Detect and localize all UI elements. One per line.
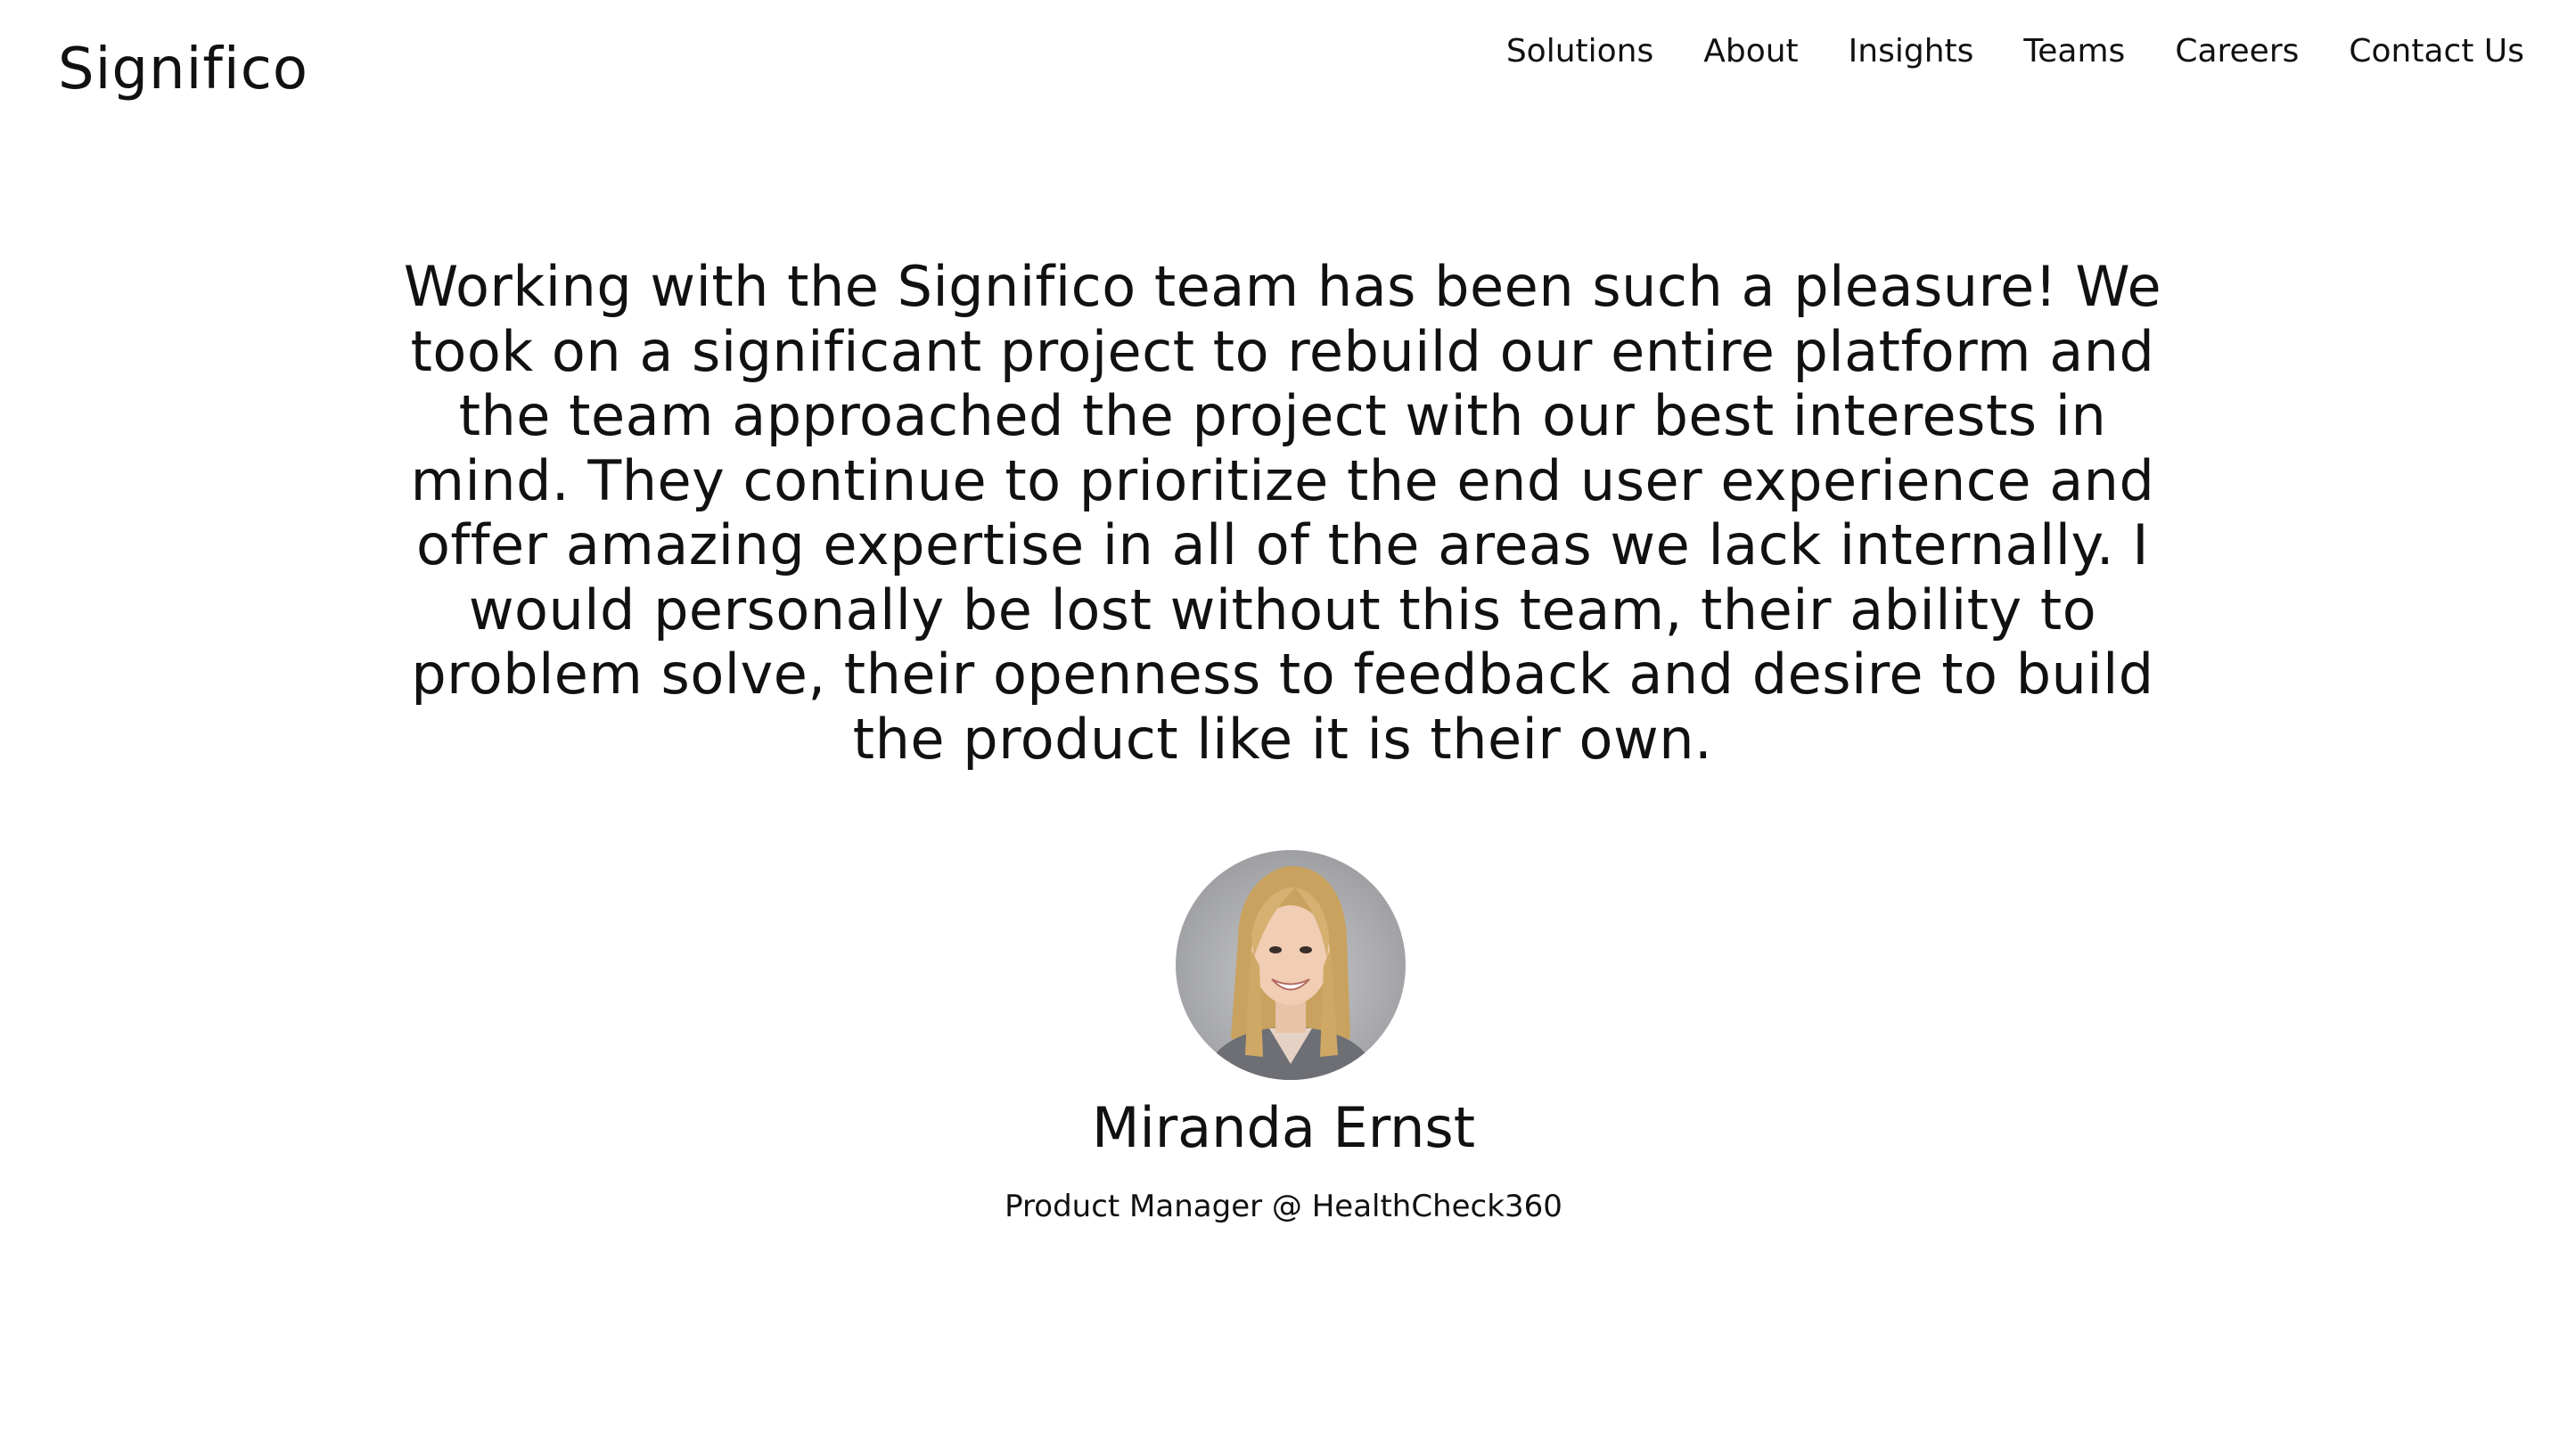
testimonial-author-role: Product Manager @ HealthCheck360: [1005, 1189, 1562, 1224]
nav-item-solutions[interactable]: Solutions: [1506, 29, 1653, 75]
page: Significo Solutions About Insights Teams…: [0, 0, 2567, 1456]
avatar-portrait-image: [1202, 866, 1379, 1080]
nav-item-about[interactable]: About: [1703, 29, 1798, 75]
testimonial-quote: Working with the Significo team has been…: [403, 254, 2162, 772]
avatar: [1176, 850, 1406, 1080]
brand-logo[interactable]: Significo: [58, 32, 308, 107]
nav-item-teams[interactable]: Teams: [2023, 29, 2125, 75]
nav-item-careers[interactable]: Careers: [2175, 29, 2299, 75]
nav-item-insights[interactable]: Insights: [1849, 29, 1974, 75]
main-nav: Solutions About Insights Teams Careers C…: [1506, 29, 2524, 75]
testimonial-author-name: Miranda Ernst: [1091, 1095, 1476, 1160]
nav-item-contact-us[interactable]: Contact Us: [2349, 29, 2524, 75]
